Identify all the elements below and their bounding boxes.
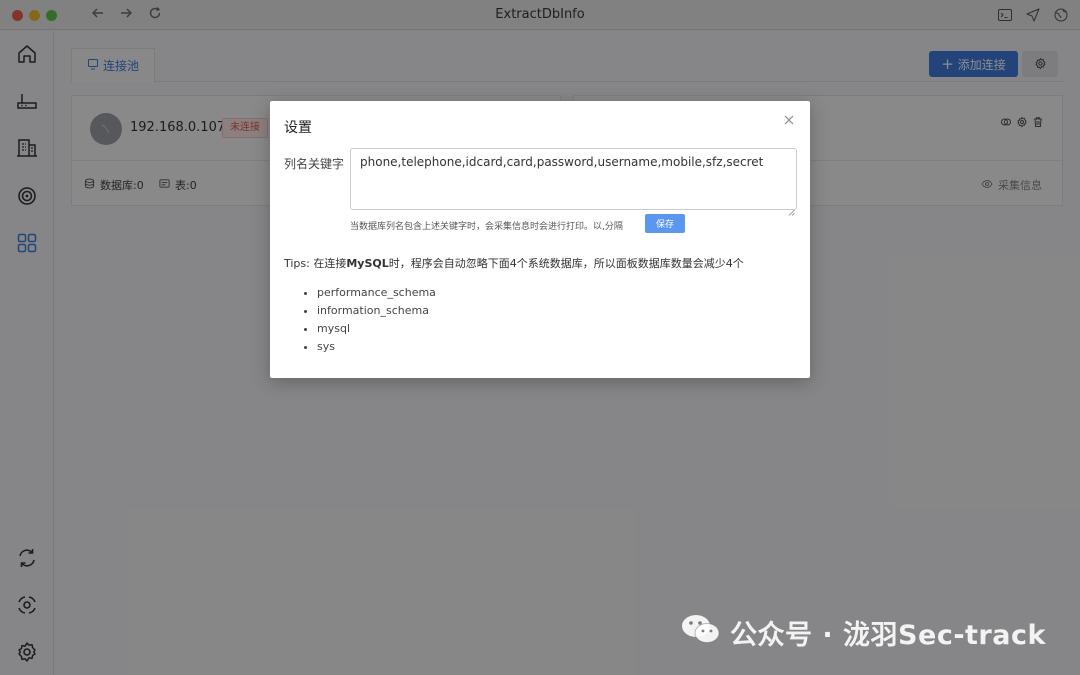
list-item: mysql <box>317 320 436 338</box>
list-item: performance_schema <box>317 284 436 302</box>
list-item: information_schema <box>317 302 436 320</box>
save-button[interactable]: 保存 <box>645 214 685 233</box>
wechat-icon <box>680 612 722 653</box>
keywords-input[interactable]: phone,telephone,idcard,card,password,use… <box>350 148 797 210</box>
list-item: sys <box>317 338 436 356</box>
keywords-hint: 当数据库列名包含上述关键字时，会采集信息时会进行打印。以,分隔 <box>350 222 623 232</box>
tips-text: Tips: 在连接MySQL时，程序会自动忽略下面4个系统数据库，所以面板数据库… <box>284 255 744 271</box>
dialog-title: 设置 <box>284 120 312 136</box>
resize-handle-icon[interactable] <box>788 201 795 216</box>
ignored-db-list: performance_schema information_schema my… <box>317 284 436 356</box>
tips-suffix: 时，程序会自动忽略下面4个系统数据库，所以面板数据库数量会减少4个 <box>388 257 744 270</box>
watermark-text: 公众号 · 泷羽Sec-track <box>730 619 1046 651</box>
tips-prefix: Tips: 在连接 <box>284 257 347 270</box>
close-icon[interactable] <box>782 114 796 128</box>
settings-dialog: 设置 列名关键字 phone,telephone,idcard,card,pas… <box>270 101 810 378</box>
keywords-label: 列名关键字 <box>284 157 345 171</box>
tips-bold: MySQL <box>346 257 389 270</box>
watermark: 公众号 · 泷羽Sec-track <box>680 612 1046 652</box>
